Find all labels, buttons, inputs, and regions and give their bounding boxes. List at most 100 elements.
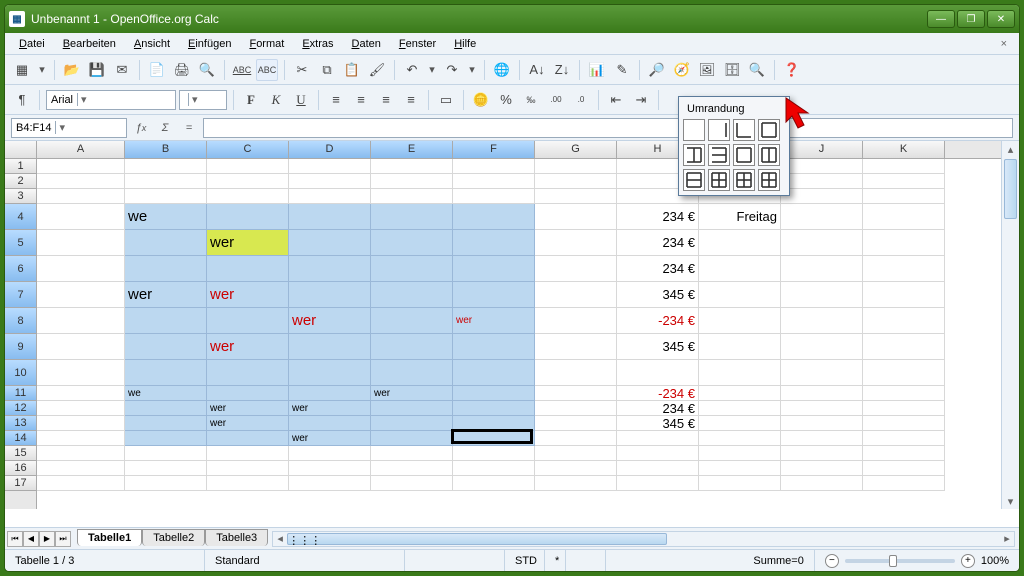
col-header-C[interactable]: C: [207, 141, 289, 158]
cell-K9[interactable]: [863, 334, 945, 360]
cell-K4[interactable]: [863, 204, 945, 230]
col-header-K[interactable]: K: [863, 141, 945, 158]
name-box[interactable]: B4:F14 ▾: [11, 118, 127, 138]
decrease-indent-icon[interactable]: ⇤: [605, 89, 627, 111]
cell-K12[interactable]: [863, 401, 945, 416]
cell-G8[interactable]: [535, 308, 617, 334]
cell-J9[interactable]: [781, 334, 863, 360]
border-option-5[interactable]: [708, 144, 730, 166]
cell-K6[interactable]: [863, 256, 945, 282]
cell-I5[interactable]: [699, 230, 781, 256]
cell-A3[interactable]: [37, 189, 125, 204]
cell-I17[interactable]: [699, 476, 781, 491]
border-option-6[interactable]: [733, 144, 755, 166]
menu-format[interactable]: Format: [241, 36, 292, 52]
col-header-D[interactable]: D: [289, 141, 371, 158]
preview-icon[interactable]: 🔍: [196, 59, 218, 81]
cell-J15[interactable]: [781, 446, 863, 461]
cell-H10[interactable]: [617, 360, 699, 386]
percent-icon[interactable]: %: [495, 89, 517, 111]
cell-E12[interactable]: [371, 401, 453, 416]
sheet-tab-tabelle1[interactable]: Tabelle1: [77, 529, 142, 546]
cell-H7[interactable]: 345 €: [617, 282, 699, 308]
cell-D8[interactable]: wer: [289, 308, 371, 334]
help-icon[interactable]: ❓: [781, 59, 803, 81]
cell-B5[interactable]: [125, 230, 207, 256]
cell-F8[interactable]: wer: [453, 308, 535, 334]
align-right-icon[interactable]: ≡: [375, 89, 397, 111]
new-doc-icon[interactable]: ▦: [11, 59, 33, 81]
cell-J11[interactable]: [781, 386, 863, 401]
select-all-corner[interactable]: [5, 141, 37, 159]
cell-B6[interactable]: [125, 256, 207, 282]
cell-A8[interactable]: [37, 308, 125, 334]
gallery-icon[interactable]: 🖼: [696, 59, 718, 81]
zoom-out-icon[interactable]: −: [825, 554, 839, 568]
border-option-10[interactable]: [733, 169, 755, 191]
col-header-A[interactable]: A: [37, 141, 125, 158]
cell-G2[interactable]: [535, 174, 617, 189]
cell-B11[interactable]: we: [125, 386, 207, 401]
align-left-icon[interactable]: ≡: [325, 89, 347, 111]
cell-A7[interactable]: [37, 282, 125, 308]
sum-icon[interactable]: Σ: [155, 118, 175, 138]
print-icon[interactable]: 🖨: [171, 59, 193, 81]
border-option-9[interactable]: [708, 169, 730, 191]
cell-D9[interactable]: [289, 334, 371, 360]
cell-J2[interactable]: [781, 174, 863, 189]
paintbrush-icon[interactable]: 🖌: [366, 59, 388, 81]
document-close-icon[interactable]: ×: [995, 38, 1013, 50]
cell-A1[interactable]: [37, 159, 125, 174]
cell-G11[interactable]: [535, 386, 617, 401]
cell-C12[interactable]: wer: [207, 401, 289, 416]
cell-H5[interactable]: 234 €: [617, 230, 699, 256]
cell-H9[interactable]: 345 €: [617, 334, 699, 360]
email-icon[interactable]: ✉: [111, 59, 133, 81]
cell-A17[interactable]: [37, 476, 125, 491]
increase-indent-icon[interactable]: ⇥: [630, 89, 652, 111]
cell-B9[interactable]: [125, 334, 207, 360]
cell-E3[interactable]: [371, 189, 453, 204]
datasources-icon[interactable]: 🗄: [721, 59, 743, 81]
cell-D14[interactable]: wer: [289, 431, 371, 446]
add-decimal-icon[interactable]: .00: [545, 89, 567, 111]
cell-F11[interactable]: [453, 386, 535, 401]
cell-F16[interactable]: [453, 461, 535, 476]
cell-H11[interactable]: -234 €: [617, 386, 699, 401]
tab-next-icon[interactable]: ▶: [39, 531, 55, 547]
chevron-down-icon[interactable]: ▾: [77, 93, 90, 106]
cell-G13[interactable]: [535, 416, 617, 431]
menu-hilfe[interactable]: Hilfe: [446, 36, 484, 52]
cell-D12[interactable]: wer: [289, 401, 371, 416]
cell-K13[interactable]: [863, 416, 945, 431]
hyperlink-icon[interactable]: 🌐: [491, 59, 513, 81]
cell-C14[interactable]: [207, 431, 289, 446]
cell-J3[interactable]: [781, 189, 863, 204]
menu-bearbeiten[interactable]: Bearbeiten: [55, 36, 124, 52]
cell-C16[interactable]: [207, 461, 289, 476]
cell-H16[interactable]: [617, 461, 699, 476]
close-button[interactable]: ✕: [987, 10, 1015, 28]
menu-fenster[interactable]: Fenster: [391, 36, 444, 52]
border-option-2[interactable]: [733, 119, 755, 141]
cell-J12[interactable]: [781, 401, 863, 416]
cell-K1[interactable]: [863, 159, 945, 174]
cell-C10[interactable]: [207, 360, 289, 386]
col-header-J[interactable]: J: [781, 141, 863, 158]
cell-E8[interactable]: [371, 308, 453, 334]
cell-F6[interactable]: [453, 256, 535, 282]
row-header-7[interactable]: 7: [5, 282, 36, 308]
save-icon[interactable]: 💾: [86, 59, 108, 81]
equals-icon[interactable]: =: [179, 118, 199, 138]
cell-H8[interactable]: -234 €: [617, 308, 699, 334]
cell-D1[interactable]: [289, 159, 371, 174]
cell-J5[interactable]: [781, 230, 863, 256]
cell-C2[interactable]: [207, 174, 289, 189]
cell-B3[interactable]: [125, 189, 207, 204]
cell-I10[interactable]: [699, 360, 781, 386]
cell-B12[interactable]: [125, 401, 207, 416]
cell-H15[interactable]: [617, 446, 699, 461]
tab-prev-icon[interactable]: ◀: [23, 531, 39, 547]
cell-I4[interactable]: Freitag: [699, 204, 781, 230]
cell-I11[interactable]: [699, 386, 781, 401]
